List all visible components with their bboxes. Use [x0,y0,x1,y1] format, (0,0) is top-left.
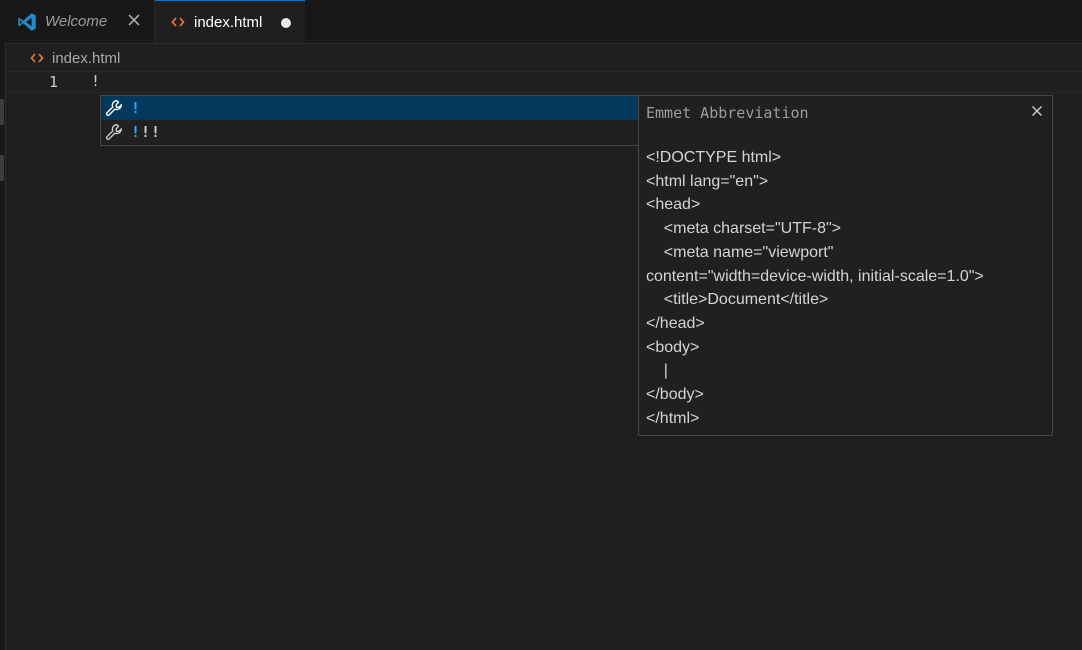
current-line-highlight [5,71,1082,93]
suggestion-item[interactable]: !!! [101,120,638,144]
suggestion-details-panel: Emmet Abbreviation <!DOCTYPE html> <html … [638,95,1053,436]
html-file-icon [171,16,185,28]
wrench-icon [105,99,123,117]
suggestion-label: ! [131,99,142,117]
tab-bar: Welcome index.html [5,0,1082,44]
gutter-marker [0,155,4,181]
details-code-line: </html> [646,409,700,427]
suggest-widget: ! !!! [100,95,639,146]
close-icon[interactable] [1029,103,1045,119]
details-code-preview: <!DOCTYPE html> <html lang="en"> <head> <m… [646,146,1046,430]
unsaved-dot-icon[interactable] [281,18,291,28]
activity-bar-edge [0,0,6,650]
details-code-line: <title>Document</title> [646,291,829,309]
breadcrumb[interactable]: index.html [30,48,120,68]
vscode-logo-icon [17,12,37,32]
details-code-line: <meta name="viewport" [646,243,834,261]
wrench-icon [105,123,123,141]
details-code-line: | [646,362,668,380]
line-number: 1 [48,73,58,91]
close-icon[interactable] [126,12,142,28]
tab-welcome-label: Welcome [45,13,108,30]
html-file-icon [30,52,44,64]
details-code-line: <head> [646,196,701,214]
editor-line-text[interactable]: ! [91,72,100,90]
details-title: Emmet Abbreviation [646,104,809,122]
details-code-line: <!DOCTYPE html> [646,149,782,166]
details-code-line: <html lang="en"> [646,172,769,190]
tab-welcome[interactable]: Welcome [5,0,155,43]
details-code-line: </head> [646,314,705,332]
details-code-line: </body> [646,386,704,404]
tab-index-label: index.html [194,13,263,31]
tab-index-html[interactable]: index.html [155,0,305,43]
details-code-line: content="width=device-width, initial-sca… [646,267,984,285]
suggestion-item[interactable]: ! [101,96,638,120]
gutter-marker [0,99,4,125]
details-code-line: <body> [646,338,700,356]
suggestion-label: !!! [131,123,162,141]
details-code-line: <meta charset="UTF-8"> [646,220,841,238]
breadcrumb-file-label: index.html [52,49,121,67]
